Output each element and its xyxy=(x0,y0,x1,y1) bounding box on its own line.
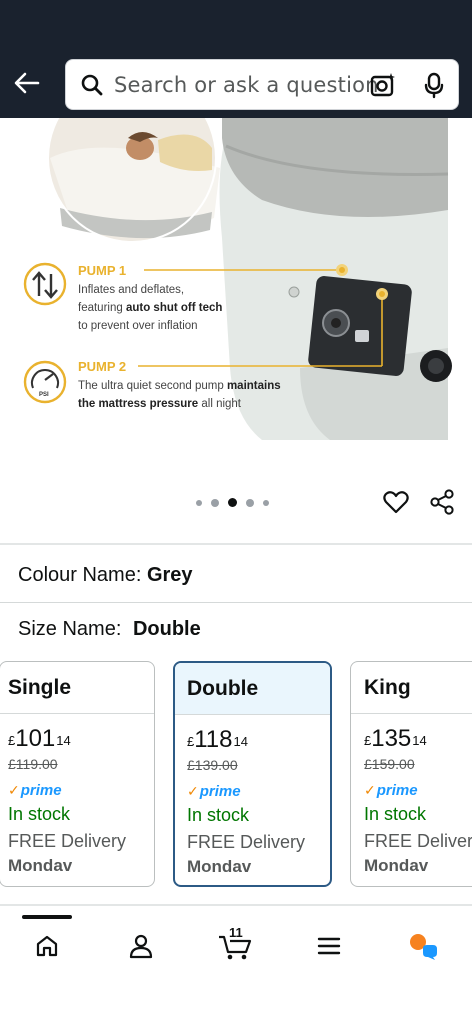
prime-badge: ✓ prime xyxy=(187,782,241,800)
colour-name-row: Colour Name: Grey xyxy=(18,564,193,587)
prime-badge: ✓ prime xyxy=(8,781,62,799)
delivery-text: FREE Delivery xyxy=(364,831,472,851)
divider xyxy=(0,543,472,545)
home-icon[interactable] xyxy=(30,929,64,963)
size-option-name: King xyxy=(351,662,472,714)
pump1-line3: to prevent over inflation xyxy=(78,320,198,332)
mattress-illustration: PUMP 1 Inflates and deflates, featuring … xyxy=(0,118,472,440)
delivery-text: FREE Delivery xyxy=(187,832,306,852)
top-bar: Search or ask a question xyxy=(0,0,472,118)
delivery-date: Mondav xyxy=(187,857,252,876)
stock-status: In stock xyxy=(364,804,427,824)
stock-status: In stock xyxy=(187,805,250,825)
psi-label: PSI xyxy=(39,392,49,398)
price: £11814 xyxy=(187,726,248,753)
product-image[interactable]: PUMP 1 Inflates and deflates, featuring … xyxy=(0,118,472,440)
delivery-date: Mondav xyxy=(364,856,429,875)
carousel-dot[interactable] xyxy=(196,499,202,506)
delivery-date: Mondav xyxy=(8,856,73,875)
camera-lens-icon[interactable] xyxy=(369,71,397,104)
divider xyxy=(0,602,472,603)
carousel-dot[interactable] xyxy=(263,499,269,506)
heart-icon[interactable] xyxy=(382,488,410,521)
colour-label: Colour Name: xyxy=(18,564,142,586)
pump1-title: PUMP 1 xyxy=(78,263,126,278)
size-option-single[interactable]: Single £10114 £119.00 ✓ prime In stock FR… xyxy=(0,661,155,887)
carousel-dot-active[interactable] xyxy=(228,498,237,507)
pump1-line2: featuring auto shut off tech xyxy=(78,302,222,314)
was-price: £159.00 xyxy=(364,756,415,772)
pump2-line1: The ultra quiet second pump maintains xyxy=(78,380,281,392)
was-price: £119.00 xyxy=(8,756,58,772)
assistant-icon[interactable] xyxy=(406,929,440,963)
colour-value: Grey xyxy=(146,564,193,586)
share-icon[interactable] xyxy=(428,488,456,521)
microphone-icon[interactable] xyxy=(422,71,446,104)
divider xyxy=(0,904,472,906)
pump2-title: PUMP 2 xyxy=(78,359,126,374)
carousel-indicator[interactable] xyxy=(196,498,269,507)
search-bar[interactable]: Search or ask a question xyxy=(65,59,459,110)
pump1-line1: Inflates and deflates, xyxy=(78,284,184,296)
price: £10114 xyxy=(8,725,71,752)
stock-status: In stock xyxy=(8,804,71,824)
search-icon xyxy=(80,73,104,102)
cart-count: 11 xyxy=(229,925,243,940)
account-icon[interactable] xyxy=(124,929,158,963)
size-name-row: Size Name: Double xyxy=(18,618,201,641)
size-option-name: Double xyxy=(175,663,330,715)
carousel-dot[interactable] xyxy=(246,498,254,507)
size-value: Double xyxy=(132,618,201,640)
size-label: Size Name: xyxy=(18,618,122,640)
prime-badge: ✓ prime xyxy=(364,781,418,799)
menu-icon[interactable] xyxy=(312,929,346,963)
was-price: £139.00 xyxy=(187,757,238,773)
active-tab-indicator xyxy=(22,915,72,919)
carousel-dot[interactable] xyxy=(211,498,219,507)
size-option-double[interactable]: Double £11814 £139.00 ✓ prime In stock FR… xyxy=(173,661,332,887)
size-option-name: Single xyxy=(0,662,154,714)
pump2-line2: the mattress pressure all night xyxy=(78,398,242,410)
size-option-king[interactable]: King £13514 £159.00 ✓ prime In stock FREE… xyxy=(350,661,472,887)
search-input[interactable]: Search or ask a question xyxy=(114,73,379,97)
back-arrow-icon[interactable] xyxy=(10,68,44,98)
delivery-text: FREE Delivery xyxy=(8,831,127,851)
price: £13514 xyxy=(364,725,427,752)
